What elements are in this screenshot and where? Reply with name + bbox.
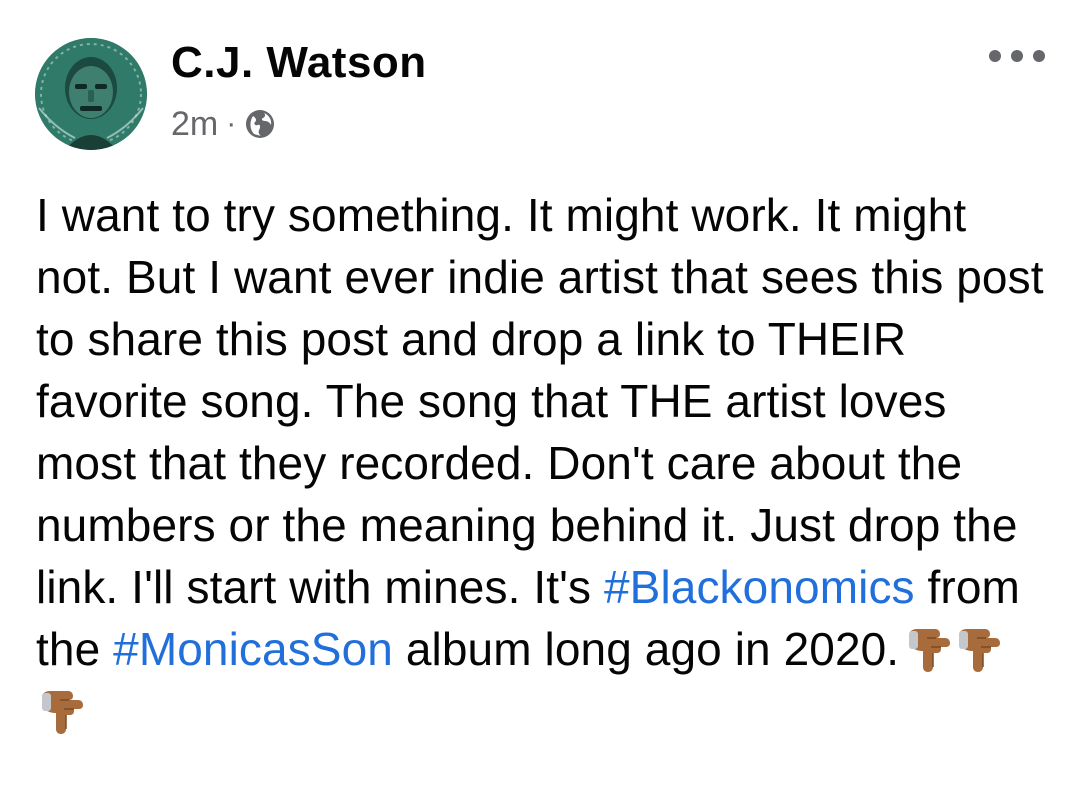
globe-icon[interactable] <box>244 108 276 140</box>
hashtag-link-monicasson[interactable]: #MonicasSon <box>113 623 393 675</box>
more-options-button[interactable] <box>989 36 1045 76</box>
post-timestamp[interactable]: 2m <box>171 105 218 144</box>
post-text-segment: album long ago in 2020. <box>392 623 900 675</box>
more-options-icon <box>989 50 1001 62</box>
pointing-down-emoji-icon <box>905 625 953 673</box>
pointing-down-emoji-icon <box>38 687 86 735</box>
pointing-down-emoji-icon <box>955 625 1003 673</box>
author-name[interactable]: C.J. Watson <box>171 38 427 88</box>
hashtag-link-blackonomics[interactable]: #Blackonomics <box>604 561 915 613</box>
author-avatar[interactable] <box>35 38 147 150</box>
meta-separator: · <box>226 107 237 140</box>
more-options-icon <box>1011 50 1023 62</box>
post-meta: 2m · <box>171 102 276 146</box>
post-body-text: I want to try something. It might work. … <box>36 184 1046 742</box>
post-header: C.J. Watson 2m · <box>35 30 1045 150</box>
post-text-segment: I want to try something. It might work. … <box>36 189 1044 613</box>
avatar-portrait-image <box>35 38 147 150</box>
more-options-icon <box>1033 50 1045 62</box>
